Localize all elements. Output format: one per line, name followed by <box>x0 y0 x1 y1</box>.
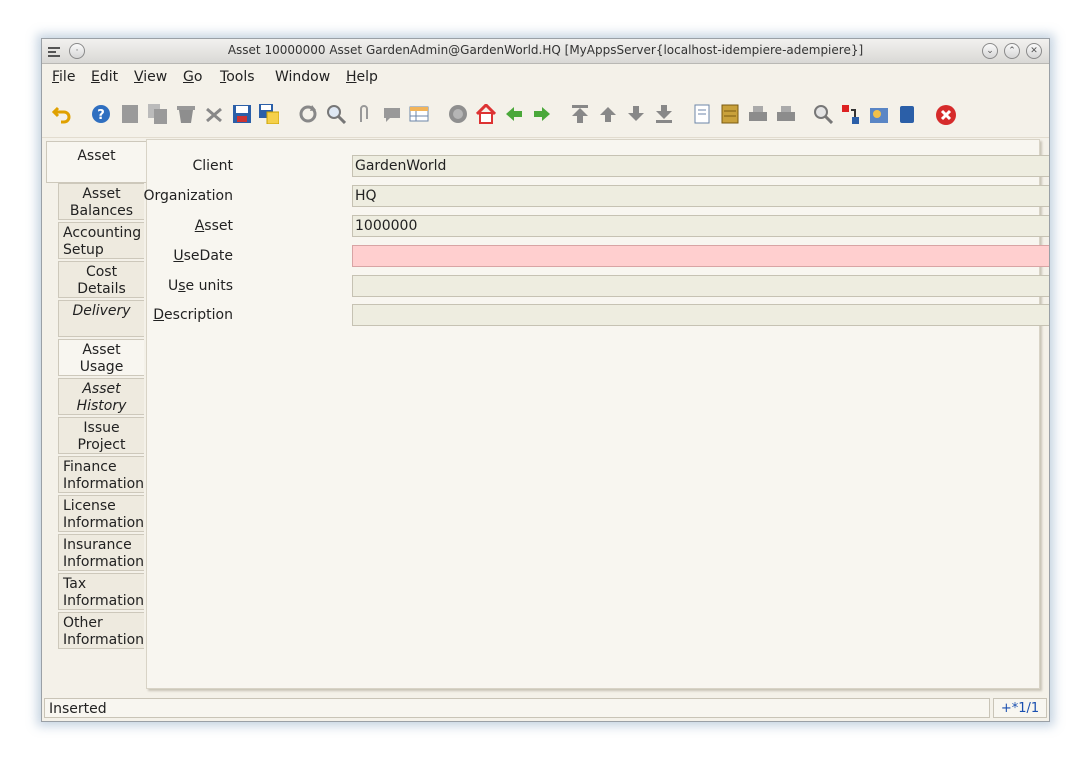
tab-label-line1: Issue <box>83 420 120 436</box>
copy-icon[interactable] <box>148 104 168 124</box>
detail-icon[interactable] <box>532 104 552 124</box>
tab-accounting-setup[interactable]: Accounting Setup <box>58 222 144 259</box>
home-icon[interactable] <box>475 102 497 124</box>
tab-label-line2: Setup <box>63 242 104 258</box>
tab-license-information[interactable]: License Information <box>58 495 144 532</box>
save-icon[interactable] <box>232 104 252 124</box>
title-bar[interactable]: · Asset 10000000 Asset GardenAdmin@Garde… <box>42 39 1049 64</box>
asset-field[interactable]: 1000000 <box>352 215 1049 237</box>
request-icon[interactable] <box>841 104 861 124</box>
tab-other-information[interactable]: Other Information <box>58 612 144 649</box>
menu-go[interactable]: Go <box>183 69 202 85</box>
tab-label-line1: Accounting <box>63 225 142 241</box>
menu-file[interactable]: File <box>52 69 75 85</box>
menu-view[interactable]: View <box>134 69 167 85</box>
help-icon[interactable]: ? <box>91 104 111 124</box>
tab-asset[interactable]: Asset <box>46 141 146 183</box>
asset-window: · Asset 10000000 Asset GardenAdmin@Garde… <box>41 38 1050 722</box>
description-label: Description <box>153 307 233 323</box>
tab-label-line1: Tax <box>63 576 87 592</box>
delete-selection-icon[interactable] <box>204 104 224 124</box>
first-record-icon[interactable] <box>570 104 590 124</box>
save-new-icon[interactable] <box>259 104 280 125</box>
client-label: Client <box>192 158 233 174</box>
menu-help[interactable]: Help <box>346 69 378 85</box>
tab-label-line2: History <box>76 398 127 414</box>
tab-label-line2: Information <box>63 476 145 492</box>
archive-icon[interactable] <box>720 104 740 124</box>
use-units-field[interactable]: 0 <box>352 275 1049 297</box>
menu-tools[interactable]: Tools <box>220 69 255 85</box>
next-record-icon[interactable] <box>626 104 646 124</box>
close-window-icon[interactable]: ✕ <box>1026 43 1042 59</box>
tab-label-line1: Finance <box>63 459 117 475</box>
asset-label: Asset <box>194 218 233 234</box>
menu-bar: File Edit View Go Tools Window Help <box>42 64 1049 90</box>
tab-asset-balances[interactable]: Asset Balances <box>58 183 144 220</box>
tab-label-line1: Other <box>63 615 103 631</box>
organization-label: Organization <box>143 188 233 204</box>
tab-label-line1: License <box>63 498 116 514</box>
print-icon[interactable] <box>776 104 796 124</box>
status-message: Inserted <box>44 698 990 718</box>
tab-label-line1: Insurance <box>63 537 132 553</box>
delete-icon[interactable] <box>176 104 196 124</box>
history-icon[interactable] <box>448 104 468 124</box>
tab-label-line1: Cost <box>85 264 118 280</box>
tab-asset-usage[interactable]: Asset Usage <box>58 339 144 376</box>
tab-label-line2: Balances <box>69 203 134 219</box>
find-icon[interactable] <box>326 104 347 125</box>
toolbar: ? <box>42 91 1049 138</box>
report-icon[interactable] <box>692 104 712 124</box>
refresh-icon[interactable] <box>298 104 318 124</box>
last-record-icon[interactable] <box>654 104 674 124</box>
undo-icon[interactable] <box>51 104 72 124</box>
tab-asset-history[interactable]: Asset History <box>58 378 144 415</box>
menu-window[interactable]: Window <box>275 69 330 85</box>
tab-label-line1: Asset <box>82 186 121 202</box>
menu-edit[interactable]: Edit <box>91 69 118 85</box>
print-preview-icon[interactable] <box>748 104 768 124</box>
window-title: Asset 10000000 Asset GardenAdmin@GardenW… <box>227 43 864 57</box>
maximize-icon[interactable]: ⌃ <box>1004 43 1020 59</box>
organization-field[interactable]: HQ <box>352 185 1049 207</box>
client-field[interactable]: GardenWorld <box>352 155 1049 177</box>
status-bar: Inserted +*1/1 <box>42 696 1049 720</box>
zoom-across-icon[interactable] <box>813 104 834 125</box>
tab-issue-project[interactable]: Issue Project <box>58 417 144 454</box>
product-info-icon[interactable] <box>869 104 889 124</box>
record-form: Client GardenWorld Organization HQ Asset… <box>143 139 1049 689</box>
tab-label-line2: Project <box>77 437 126 453</box>
tab-delivery[interactable]: Delivery <box>58 300 144 337</box>
parent-icon[interactable] <box>504 104 524 124</box>
tab-label-line1: Asset <box>82 381 121 397</box>
attachment-icon[interactable] <box>354 104 374 124</box>
previous-record-icon[interactable] <box>598 104 618 124</box>
tab-tax-information[interactable]: Tax Information <box>58 573 144 610</box>
tab-label-line2: Information <box>63 593 145 609</box>
tab-label-line1: Asset <box>82 342 121 358</box>
minimize-icon[interactable]: ⌄ <box>982 43 998 59</box>
tab-label-line2: Information <box>63 515 145 531</box>
use-units-label: Use units <box>167 278 233 294</box>
svg-text:?: ? <box>97 108 105 123</box>
tab-label-line2: Information <box>63 632 145 648</box>
record-navigation-indicator[interactable]: +*1/1 <box>993 698 1047 718</box>
tab-insurance-information[interactable]: Insurance Information <box>58 534 144 571</box>
grid-toggle-icon[interactable] <box>409 104 429 124</box>
workflow-icon[interactable] <box>897 104 917 124</box>
chat-icon[interactable] <box>382 104 402 124</box>
usedate-label: UseDate <box>173 248 233 264</box>
tab-label-line2: Details <box>77 281 126 297</box>
tab-finance-information[interactable]: Finance Information <box>58 456 144 493</box>
tab-cost-details[interactable]: Cost Details <box>58 261 144 298</box>
usedate-field[interactable] <box>352 245 1049 267</box>
tab-label-line2: Information <box>63 554 145 570</box>
tab-label-line1: Delivery <box>72 303 131 319</box>
new-icon[interactable] <box>120 104 140 124</box>
exit-icon[interactable] <box>935 104 956 125</box>
tab-asset-label: Asset <box>77 148 116 164</box>
tab-label-line2: Usage <box>79 359 124 375</box>
description-field[interactable] <box>352 304 1049 326</box>
